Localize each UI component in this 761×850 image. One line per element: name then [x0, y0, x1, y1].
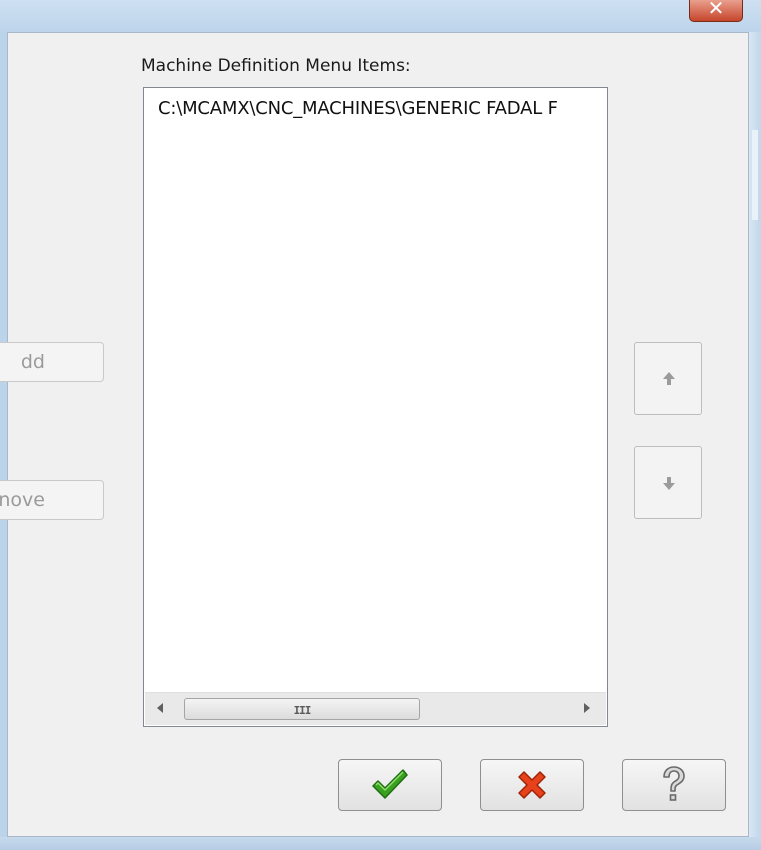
red-x-icon	[518, 771, 546, 799]
window-bottom-border	[0, 837, 761, 850]
remove-button-label: nove	[0, 489, 45, 511]
scrollbar-thumb[interactable]: III	[184, 698, 420, 720]
close-window-button[interactable]: ✕	[689, 0, 743, 22]
arrow-up-icon	[663, 372, 675, 385]
machine-definition-list-label: Machine Definition Menu Items:	[141, 56, 411, 76]
add-button-label: dd	[20, 351, 45, 373]
horizontal-scrollbar[interactable]: III	[145, 692, 606, 725]
window-border-highlight	[752, 130, 758, 220]
arrow-down-icon	[663, 477, 675, 490]
question-mark-icon	[663, 766, 685, 801]
checkmark-icon	[372, 769, 408, 799]
ok-button[interactable]	[338, 759, 442, 811]
scrollbar-grip: III	[293, 704, 312, 717]
machine-definition-listbox[interactable]: C:\MCAMX\CNC_MACHINES\GENERIC FADAL F II…	[143, 87, 608, 727]
move-down-button[interactable]	[634, 446, 702, 519]
remove-button[interactable]: nove	[0, 480, 104, 520]
title-bar	[0, 0, 761, 32]
cancel-button[interactable]	[480, 759, 584, 811]
close-icon: ✕	[707, 0, 725, 20]
list-item[interactable]: C:\MCAMX\CNC_MACHINES\GENERIC FADAL F	[158, 98, 558, 119]
scroll-left-arrow-icon[interactable]	[157, 703, 163, 713]
add-button[interactable]: dd	[0, 342, 104, 382]
scroll-right-arrow-icon[interactable]	[584, 703, 590, 713]
move-up-button[interactable]	[634, 342, 702, 415]
help-button[interactable]	[622, 759, 726, 811]
